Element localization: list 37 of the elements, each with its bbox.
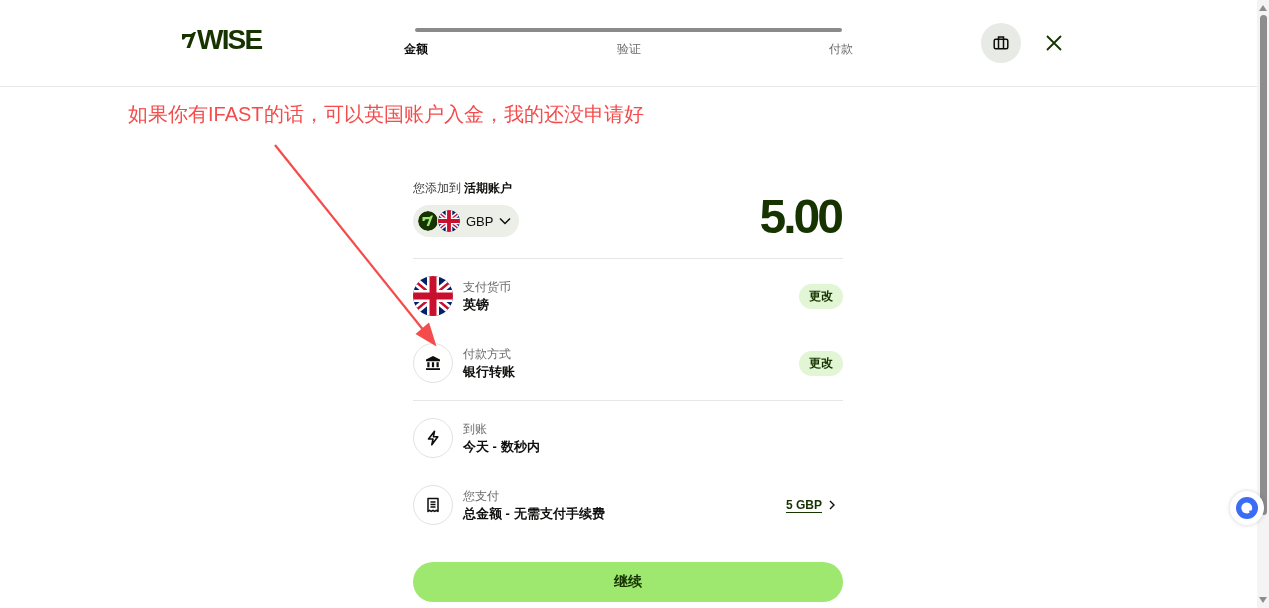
- detail-label: 付款方式: [463, 346, 512, 363]
- detail-value: 总金额 - 无需支付手续费: [463, 505, 606, 523]
- receipt-icon: [413, 485, 453, 525]
- flag-icon: [413, 276, 453, 316]
- summary-text: 您添加到 活期账户: [413, 180, 514, 196]
- change-button[interactable]: 更改: [799, 350, 843, 376]
- chat-icon: [1236, 497, 1258, 519]
- chevron-down-icon: [499, 217, 512, 225]
- step-label: 金额: [404, 41, 428, 57]
- detail-label: 支付货币: [463, 279, 512, 296]
- scroll-down-icon[interactable]: [1259, 597, 1267, 603]
- briefcase-icon: [993, 35, 1009, 51]
- account-logo-icon: [417, 210, 439, 232]
- close-icon[interactable]: [1046, 35, 1062, 51]
- flag-icon: [437, 209, 461, 233]
- annotation-text: 如果你有IFAST的话，可以英国账户入金，我的还没申请好: [128, 102, 644, 126]
- currency-select[interactable]: GBP: [413, 205, 520, 237]
- lightning-icon: [413, 418, 453, 458]
- brand-name: WISE: [197, 29, 262, 51]
- detail-value: 英镑: [463, 296, 490, 314]
- change-button[interactable]: 更改: [799, 283, 843, 309]
- step-label: 付款: [829, 41, 853, 57]
- chat-button[interactable]: [1230, 491, 1264, 525]
- detail-label: 您支付: [463, 488, 500, 505]
- continue-button[interactable]: 继续: [413, 562, 843, 602]
- detail-value: 今天 - 数秒内: [463, 438, 541, 456]
- chevron-right-icon: [829, 500, 835, 510]
- briefcase-button[interactable]: [981, 23, 1021, 63]
- bank-icon: [413, 343, 453, 383]
- step-label: 验证: [616, 41, 641, 57]
- scrollbar-thumb[interactable]: [1259, 15, 1267, 515]
- scroll-up-icon[interactable]: [1259, 5, 1267, 11]
- amount-link[interactable]: 5 GBP: [786, 498, 822, 512]
- detail-label: 到账: [463, 421, 488, 438]
- detail-value: 银行转账: [463, 363, 516, 381]
- logo-mark-icon: [182, 32, 196, 48]
- amount-value: 5.00: [759, 195, 843, 239]
